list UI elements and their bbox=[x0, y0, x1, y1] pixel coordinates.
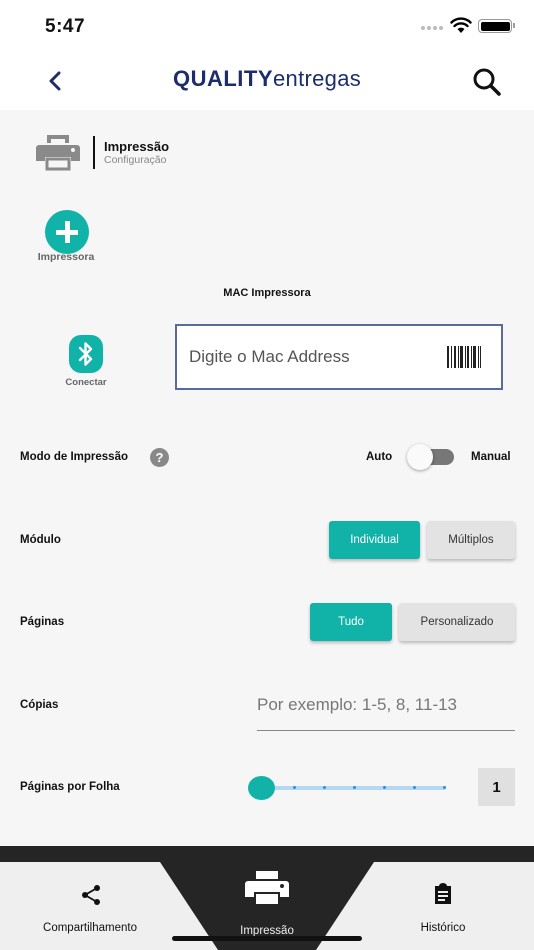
slider-tick bbox=[353, 786, 356, 789]
slider-thumb[interactable] bbox=[248, 776, 275, 800]
title-divider bbox=[93, 136, 95, 169]
toggle-knob bbox=[407, 444, 433, 470]
plus-icon bbox=[45, 210, 89, 254]
status-bar: 5:47 bbox=[0, 0, 534, 52]
slider-tick bbox=[293, 786, 296, 789]
mac-address-input[interactable] bbox=[189, 342, 439, 372]
app-header: QUALITYentregas bbox=[0, 52, 534, 110]
copies-input[interactable] bbox=[257, 688, 515, 722]
print-mode-toggle[interactable] bbox=[407, 444, 454, 470]
print-mode-auto-label: Auto bbox=[366, 451, 393, 463]
print-mode-manual-label: Manual bbox=[471, 451, 511, 463]
slider-tick bbox=[443, 786, 446, 789]
tab-share-label: Compartilhamento bbox=[43, 922, 137, 934]
tab-share[interactable]: Compartilhamento bbox=[10, 862, 170, 950]
wifi-icon bbox=[450, 17, 472, 33]
connect-label: Conectar bbox=[65, 377, 107, 388]
home-indicator bbox=[172, 936, 362, 941]
status-time: 5:47 bbox=[45, 16, 86, 37]
logo-bold: QUALITY bbox=[172, 66, 274, 91]
page-title: Impressão bbox=[104, 139, 170, 154]
add-printer-label: Impressora bbox=[37, 251, 95, 263]
mac-printer-label: MAC Impressora bbox=[223, 287, 311, 299]
cellular-signal-icon bbox=[421, 26, 443, 30]
mac-address-field bbox=[175, 324, 503, 390]
copies-label: Cópias bbox=[20, 699, 59, 711]
pages-per-sheet-label: Páginas por Folha bbox=[20, 781, 120, 793]
app-logo: QUALITYentregas bbox=[0, 66, 534, 92]
pages-all-button[interactable]: Tudo bbox=[310, 603, 392, 641]
pages-per-sheet-value: 1 bbox=[478, 768, 515, 806]
share-icon bbox=[82, 885, 100, 905]
module-individual-button[interactable]: Individual bbox=[329, 521, 420, 559]
logo-light: entregas bbox=[273, 66, 362, 91]
tab-history[interactable]: Histórico bbox=[363, 862, 523, 950]
slider-rail bbox=[258, 786, 446, 790]
slider-tick bbox=[383, 786, 386, 789]
page-subtitle: Configuração bbox=[104, 154, 167, 166]
battery-icon bbox=[478, 19, 515, 33]
slider-tick bbox=[323, 786, 326, 789]
pages-custom-button[interactable]: Personalizado bbox=[399, 603, 515, 641]
pages-label: Páginas bbox=[20, 616, 65, 628]
module-multiple-button[interactable]: Múltiplos bbox=[427, 521, 515, 559]
help-icon[interactable]: ? bbox=[150, 448, 169, 467]
tab-print[interactable]: Impressão bbox=[160, 846, 374, 950]
copies-field bbox=[257, 688, 515, 731]
printer-icon bbox=[245, 871, 289, 904]
printer-icon bbox=[36, 135, 80, 171]
print-mode-label: Modo de Impressão bbox=[20, 451, 128, 463]
barcode-scan-icon[interactable] bbox=[447, 346, 481, 368]
search-icon bbox=[473, 68, 501, 96]
module-label: Módulo bbox=[20, 534, 61, 546]
search-button[interactable] bbox=[470, 65, 504, 99]
bluetooth-icon bbox=[69, 335, 103, 373]
clipboard-icon bbox=[435, 883, 451, 904]
pages-per-sheet-slider[interactable] bbox=[248, 776, 448, 800]
tab-history-label: Histórico bbox=[420, 922, 466, 934]
slider-tick bbox=[413, 786, 416, 789]
